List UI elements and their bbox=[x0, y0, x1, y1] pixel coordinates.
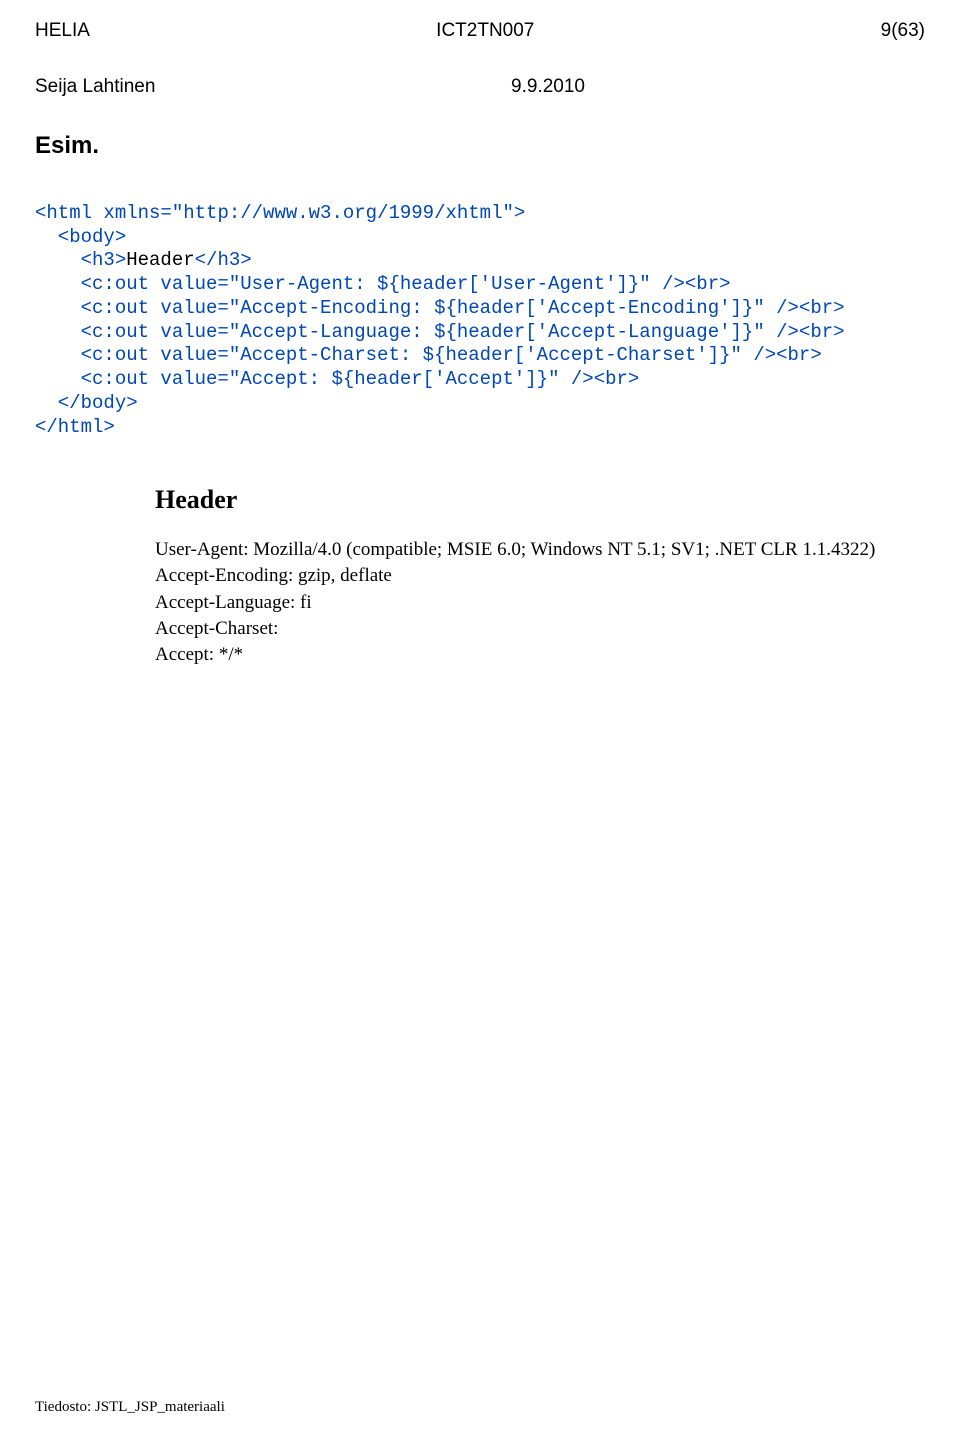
code-tag: <c:out bbox=[35, 273, 160, 295]
code-tag: > bbox=[514, 202, 525, 224]
page-subheader-row: Seija Lahtinen 9.9.2010 bbox=[35, 76, 925, 98]
code-attr: value="Accept: ${header['Accept']}" bbox=[160, 368, 559, 390]
section-title: Esim. bbox=[35, 132, 925, 160]
code-attr: value="Accept-Language: ${header['Accept… bbox=[160, 321, 764, 343]
output-heading: Header bbox=[155, 485, 925, 515]
code-tag: </h3> bbox=[195, 249, 252, 271]
code-tag: <c:out bbox=[35, 344, 160, 366]
code-attr: value="Accept-Encoding: ${header['Accept… bbox=[160, 297, 764, 319]
code-block: <html xmlns="http://www.w3.org/1999/xhtm… bbox=[35, 178, 925, 439]
code-tag: <c:out bbox=[35, 297, 160, 319]
code-tag: <body> bbox=[35, 226, 126, 248]
code-attr: xmlns="http://www.w3.org/1999/xhtml" bbox=[103, 202, 513, 224]
code-tag: /><br> bbox=[765, 321, 845, 343]
code-tag: <html bbox=[35, 202, 103, 224]
output-line: User-Agent: Mozilla/4.0 (compatible; MSI… bbox=[155, 537, 925, 563]
code-attr: value="Accept-Charset: ${header['Accept-… bbox=[160, 344, 742, 366]
code-attr: value="User-Agent: ${header['User-Agent'… bbox=[160, 273, 650, 295]
header-author: Seija Lahtinen bbox=[35, 76, 155, 98]
code-tag: /><br> bbox=[742, 344, 822, 366]
code-tag: /><br> bbox=[560, 368, 640, 390]
header-center: ICT2TN007 bbox=[436, 20, 534, 42]
code-tag: <h3> bbox=[35, 249, 126, 271]
code-tag: /><br> bbox=[651, 273, 731, 295]
code-tag: <c:out bbox=[35, 321, 160, 343]
code-tag: </body> bbox=[35, 392, 138, 414]
header-left: HELIA bbox=[35, 20, 90, 42]
page-header-row: HELIA ICT2TN007 9(63) bbox=[35, 20, 925, 42]
code-text: Header bbox=[126, 249, 194, 271]
code-tag: </html> bbox=[35, 416, 115, 438]
header-date: 9.9.2010 bbox=[511, 76, 585, 98]
output-line: Accept-Charset: bbox=[155, 616, 925, 642]
output-line: Accept: */* bbox=[155, 642, 925, 668]
output-line: Accept-Encoding: gzip, deflate bbox=[155, 563, 925, 589]
code-tag: /><br> bbox=[765, 297, 845, 319]
code-tag: <c:out bbox=[35, 368, 160, 390]
output-line: Accept-Language: fi bbox=[155, 590, 925, 616]
rendered-output: Header User-Agent: Mozilla/4.0 (compatib… bbox=[155, 485, 925, 668]
page-footer: Tiedosto: JSTL_JSP_materiaali bbox=[35, 1399, 225, 1416]
header-right: 9(63) bbox=[881, 20, 925, 42]
